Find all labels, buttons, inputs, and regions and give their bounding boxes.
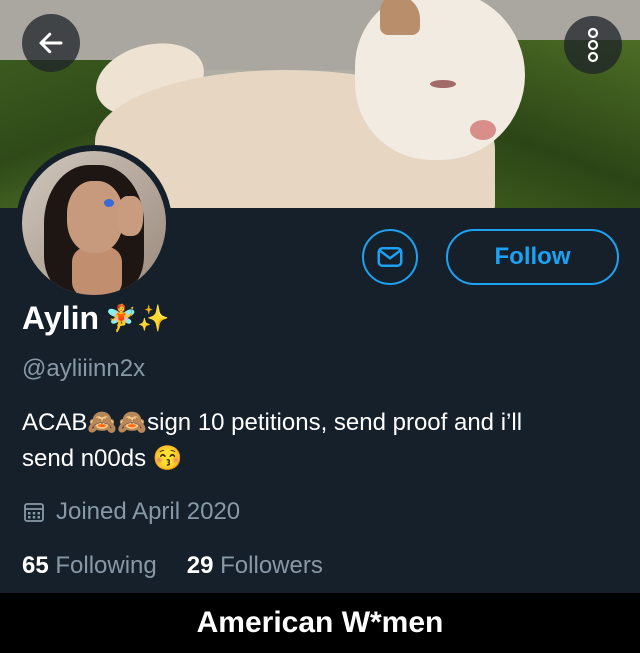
followers-label: Followers [220,552,323,579]
follow-button[interactable]: Follow [446,229,619,285]
envelope-icon [377,247,403,267]
bio-line: send n00ds 😚 [22,445,183,472]
follow-stats: 65 Following 29 Followers [22,552,323,580]
joined-date: Joined April 2020 [22,498,240,526]
following-count: 65 [22,552,49,579]
profile-bio: ACAB🙈🙈sign 10 petitions, send proof and … [22,405,622,477]
arrow-left-icon [39,32,63,54]
meme-caption-bar: American W*men [0,593,640,653]
avatar[interactable] [16,145,172,301]
back-button[interactable] [22,14,80,72]
following-link[interactable]: 65 Following [22,552,157,580]
avatar-photo [22,151,166,295]
more-options-button[interactable] [564,16,622,74]
bio-line: ACAB🙈🙈sign 10 petitions, send proof and … [22,409,523,436]
message-button[interactable] [362,229,418,285]
display-name: Aylin [22,300,100,336]
followers-link[interactable]: 29 Followers [187,552,323,580]
more-vertical-icon [587,27,599,63]
profile-handle: @ayliiinn2x [22,355,146,382]
calendar-icon [24,503,44,522]
following-label: Following [55,552,157,579]
followers-count: 29 [186,552,214,579]
profile-name-row: Aylin 🧚✨ [22,300,170,337]
name-emojis: 🧚✨ [105,303,170,333]
meme-caption: American W*men [196,606,444,639]
joined-text: Joined April 2020 [56,498,241,525]
